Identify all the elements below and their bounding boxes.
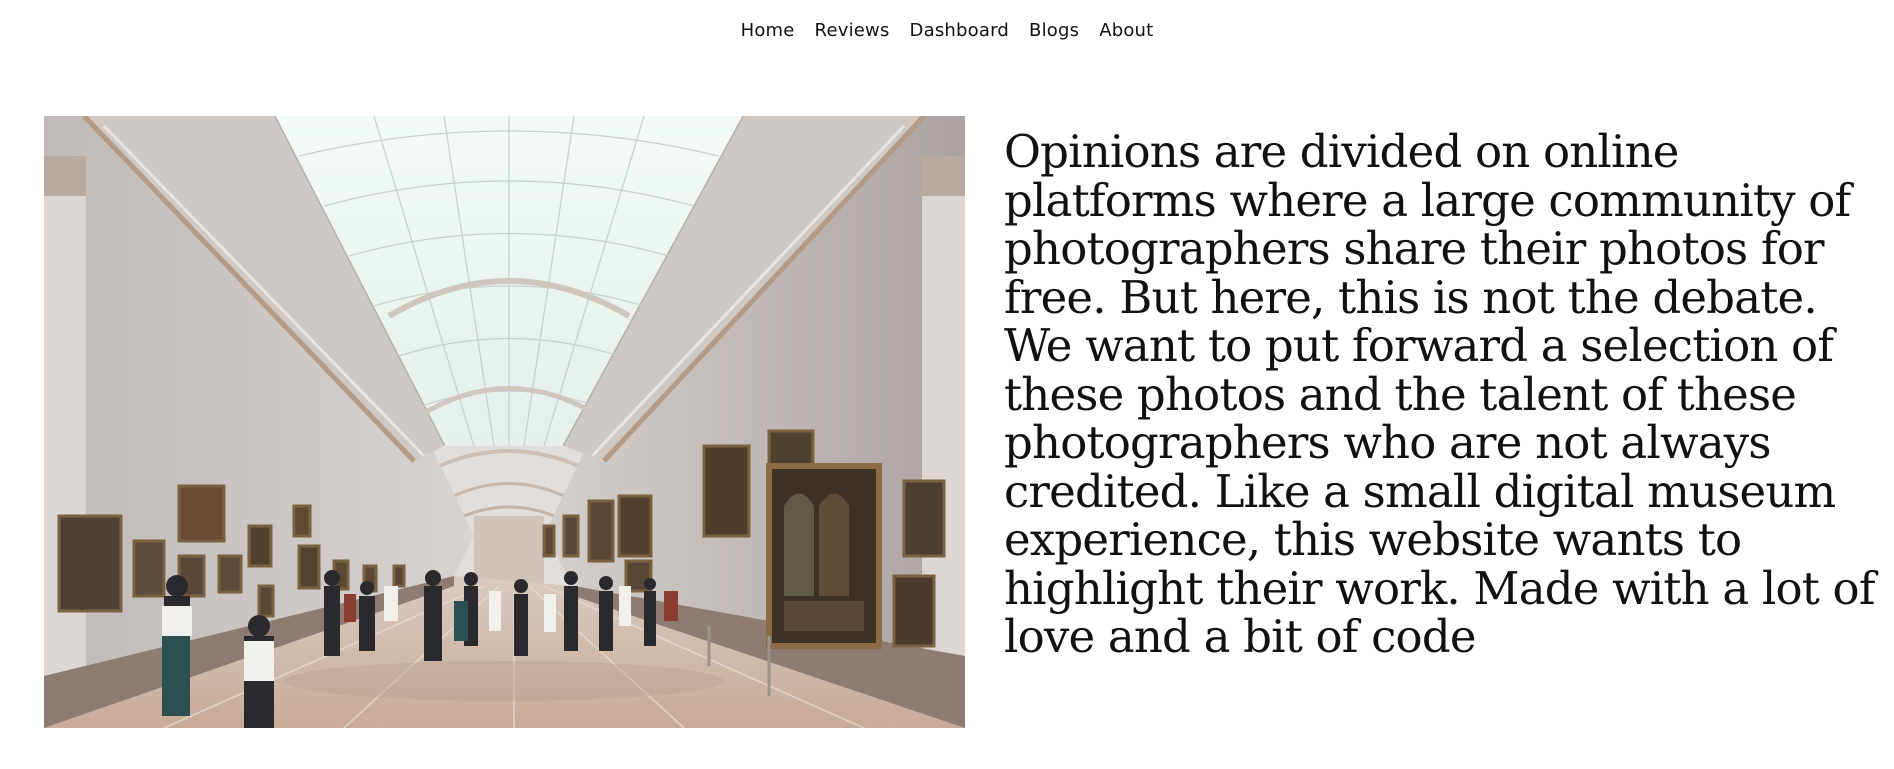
main-nav: Home Reviews Dashboard Blogs About	[0, 20, 1894, 41]
nav-home[interactable]: Home	[741, 20, 795, 41]
intro-paragraph: Opinions are divided on online platforms…	[1004, 125, 1876, 663]
nav-about[interactable]: About	[1099, 20, 1153, 41]
nav-blogs[interactable]: Blogs	[1029, 20, 1079, 41]
nav-dashboard[interactable]: Dashboard	[910, 20, 1009, 41]
museum-gallery-photo	[44, 116, 965, 728]
nav-reviews[interactable]: Reviews	[815, 20, 890, 41]
